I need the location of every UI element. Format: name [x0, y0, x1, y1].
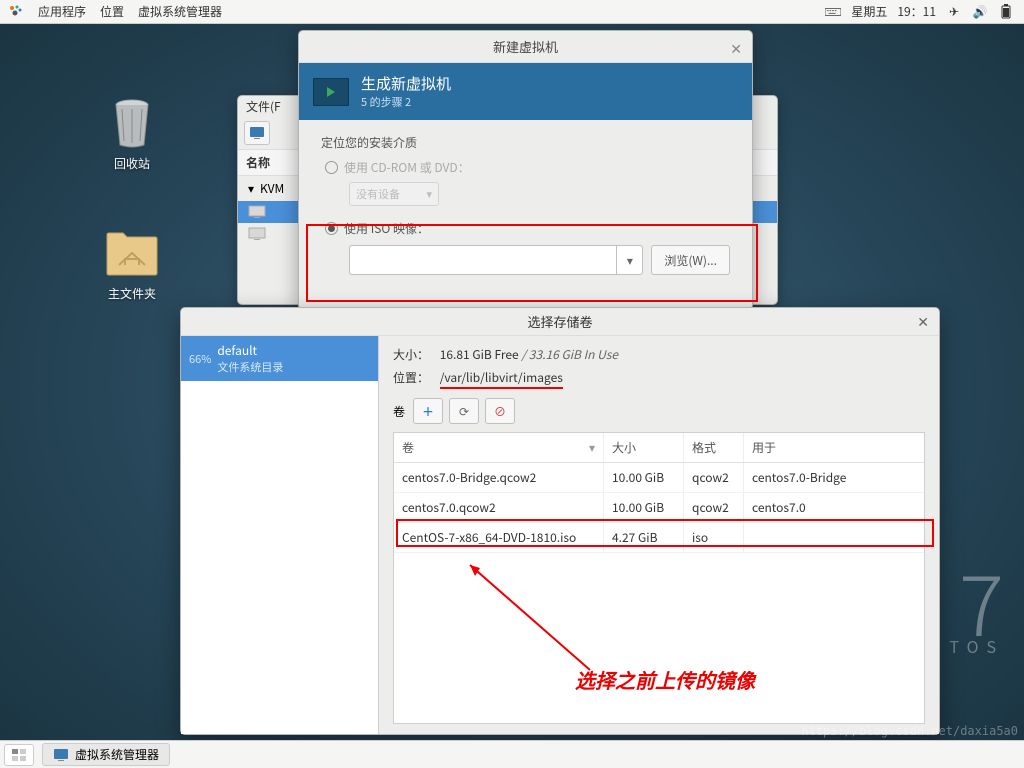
col-format[interactable]: 格式: [684, 433, 744, 462]
home-label: 主文件夹: [108, 285, 156, 302]
home-folder-icon[interactable]: 主文件夹: [92, 225, 172, 302]
locate-media-label: 定位您的安装介质: [321, 134, 730, 151]
size-used: 33.16 GiB In Use: [529, 346, 618, 363]
airplane-icon[interactable]: ✈: [946, 4, 962, 20]
col-usedby[interactable]: 用于: [744, 433, 924, 462]
top-panel: 应用程序 位置 虚拟系统管理器 星期五 19：11 ✈ 🔊: [0, 0, 1024, 24]
volumes-label: 卷: [393, 403, 405, 420]
watermark: https://blog.csdn.net/daxia5a0: [801, 724, 1018, 738]
annotation-text: 选择之前上传的镜像: [575, 665, 755, 694]
workspace-switcher[interactable]: [4, 744, 34, 766]
trash-icon[interactable]: 回收站: [92, 95, 172, 172]
volume-icon[interactable]: 🔊: [972, 4, 988, 20]
location-label: 位置：: [393, 369, 437, 386]
size-label: 大小：: [393, 346, 437, 363]
new-vm-button[interactable]: [244, 121, 270, 145]
pool-type: 文件系统目录: [217, 359, 283, 375]
gnome-logo-icon: [8, 4, 24, 20]
volume-list-header: 卷▾ 大小 格式 用于: [394, 433, 924, 463]
location-path: /var/lib/libvirt/images: [440, 369, 563, 389]
menu-vmm[interactable]: 虚拟系统管理器: [138, 3, 222, 20]
menu-places[interactable]: 位置: [100, 3, 124, 20]
vol-dialog-title: 选择存储卷: [527, 312, 592, 331]
pool-name: default: [217, 342, 283, 359]
vm-banner-icon: [313, 78, 349, 106]
clock-time[interactable]: 19：11: [897, 3, 936, 20]
radio-icon: [325, 222, 338, 235]
trash-label: 回收站: [114, 155, 150, 172]
keyboard-icon[interactable]: [825, 4, 841, 20]
col-size[interactable]: 大小: [604, 433, 684, 462]
radio-cdrom: 使用 CD-ROM 或 DVD：: [325, 159, 730, 176]
iso-path-combo[interactable]: ▾: [349, 245, 643, 275]
browse-button[interactable]: 浏览(W)...: [651, 245, 730, 275]
radio-iso[interactable]: 使用 ISO 映像：: [325, 220, 730, 237]
banner-step: 5 的步骤 2: [361, 94, 451, 110]
radio-icon: [325, 161, 338, 174]
banner-title: 生成新虚拟机: [361, 73, 451, 94]
menu-applications[interactable]: 应用程序: [38, 3, 86, 20]
volume-row[interactable]: centos7.0.qcow210.00 GiBqcow2centos7.0: [394, 493, 924, 523]
add-volume-button[interactable]: ＋: [413, 398, 443, 424]
refresh-button[interactable]: ⟳: [449, 398, 479, 424]
volume-row[interactable]: CentOS-7-x86_64-DVD-1810.iso4.27 GiBiso: [394, 523, 924, 553]
taskbar-app-vmm[interactable]: 虚拟系统管理器: [42, 743, 170, 766]
cdrom-device-dropdown: 没有设备: [349, 182, 439, 206]
storage-pool-sidebar: 66% default 文件系统目录: [181, 336, 379, 734]
chevron-down-icon[interactable]: ▾: [616, 246, 642, 274]
new-vm-titlebar: 新建虚拟机 ✕: [299, 31, 752, 63]
storage-volume-dialog: 选择存储卷 ✕ 66% default 文件系统目录 大小： 16.81 GiB…: [180, 307, 940, 735]
clock-day[interactable]: 星期五: [851, 3, 887, 20]
pool-usage-pct: 66%: [189, 351, 211, 367]
delete-volume-button[interactable]: ⊘: [485, 398, 515, 424]
col-volume[interactable]: 卷▾: [394, 433, 604, 462]
close-icon[interactable]: ✕: [730, 39, 742, 59]
volume-row[interactable]: centos7.0-Bridge.qcow210.00 GiBqcow2cent…: [394, 463, 924, 493]
storage-pool-default[interactable]: 66% default 文件系统目录: [181, 336, 378, 381]
battery-icon[interactable]: [998, 4, 1014, 20]
size-free: 16.81 GiB Free: [440, 346, 519, 363]
close-icon[interactable]: ✕: [917, 312, 929, 332]
new-vm-banner: 生成新虚拟机 5 的步骤 2: [299, 63, 752, 120]
new-vm-dialog: 新建虚拟机 ✕ 生成新虚拟机 5 的步骤 2 定位您的安装介质 使用 CD-RO…: [298, 30, 753, 310]
new-vm-title: 新建虚拟机: [493, 37, 558, 56]
bottom-taskbar: 虚拟系统管理器: [0, 740, 1024, 768]
